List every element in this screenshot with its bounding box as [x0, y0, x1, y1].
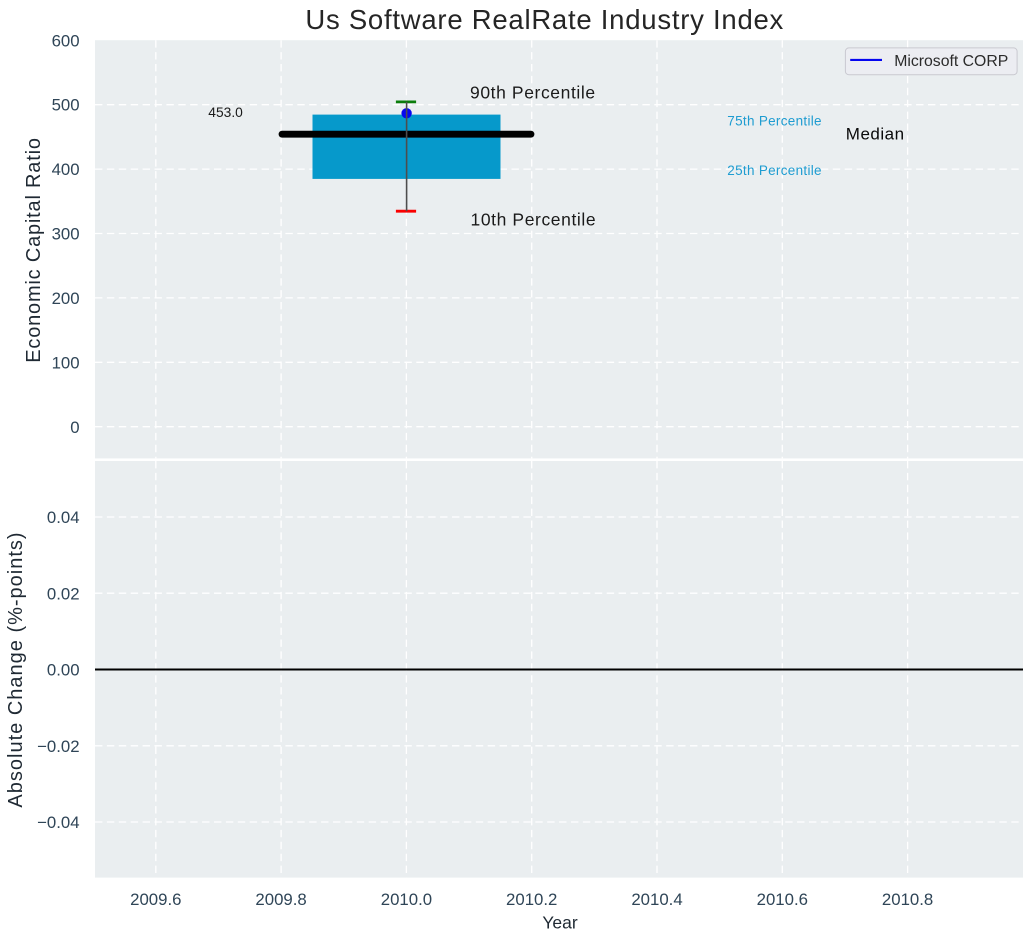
svg-text:25th Percentile: 25th Percentile: [727, 163, 822, 178]
svg-text:300: 300: [52, 225, 80, 244]
svg-text:0.00: 0.00: [47, 661, 80, 680]
svg-text:Microsoft CORP: Microsoft CORP: [894, 53, 1008, 70]
svg-text:Us Software RealRate Industry: Us Software RealRate Industry Index: [305, 4, 784, 35]
svg-text:600: 600: [52, 31, 80, 50]
svg-text:0: 0: [70, 418, 79, 437]
svg-text:500: 500: [52, 96, 80, 115]
svg-text:453.0: 453.0: [208, 105, 243, 120]
svg-text:Year: Year: [542, 913, 578, 933]
svg-text:−0.02: −0.02: [37, 737, 79, 756]
svg-text:0.04: 0.04: [47, 508, 80, 527]
svg-text:0.02: 0.02: [47, 584, 80, 603]
svg-text:Median: Median: [846, 125, 905, 144]
svg-text:−0.04: −0.04: [37, 813, 79, 832]
svg-text:100: 100: [52, 353, 80, 372]
svg-text:2010.6: 2010.6: [757, 890, 808, 909]
svg-text:2010.8: 2010.8: [882, 890, 933, 909]
svg-text:Economic Capital Ratio: Economic Capital Ratio: [23, 137, 45, 362]
svg-text:Absolute Change (%-points): Absolute Change (%-points): [5, 531, 27, 807]
svg-text:2010.4: 2010.4: [631, 890, 682, 909]
svg-text:75th Percentile: 75th Percentile: [727, 113, 822, 128]
svg-text:2009.6: 2009.6: [130, 890, 181, 909]
svg-text:2010.2: 2010.2: [506, 890, 557, 909]
svg-text:10th Percentile: 10th Percentile: [471, 209, 597, 229]
svg-text:2009.8: 2009.8: [255, 890, 306, 909]
svg-text:200: 200: [52, 289, 80, 308]
svg-text:2010.0: 2010.0: [381, 890, 432, 909]
svg-text:400: 400: [52, 160, 80, 179]
svg-text:90th Percentile: 90th Percentile: [470, 83, 596, 103]
